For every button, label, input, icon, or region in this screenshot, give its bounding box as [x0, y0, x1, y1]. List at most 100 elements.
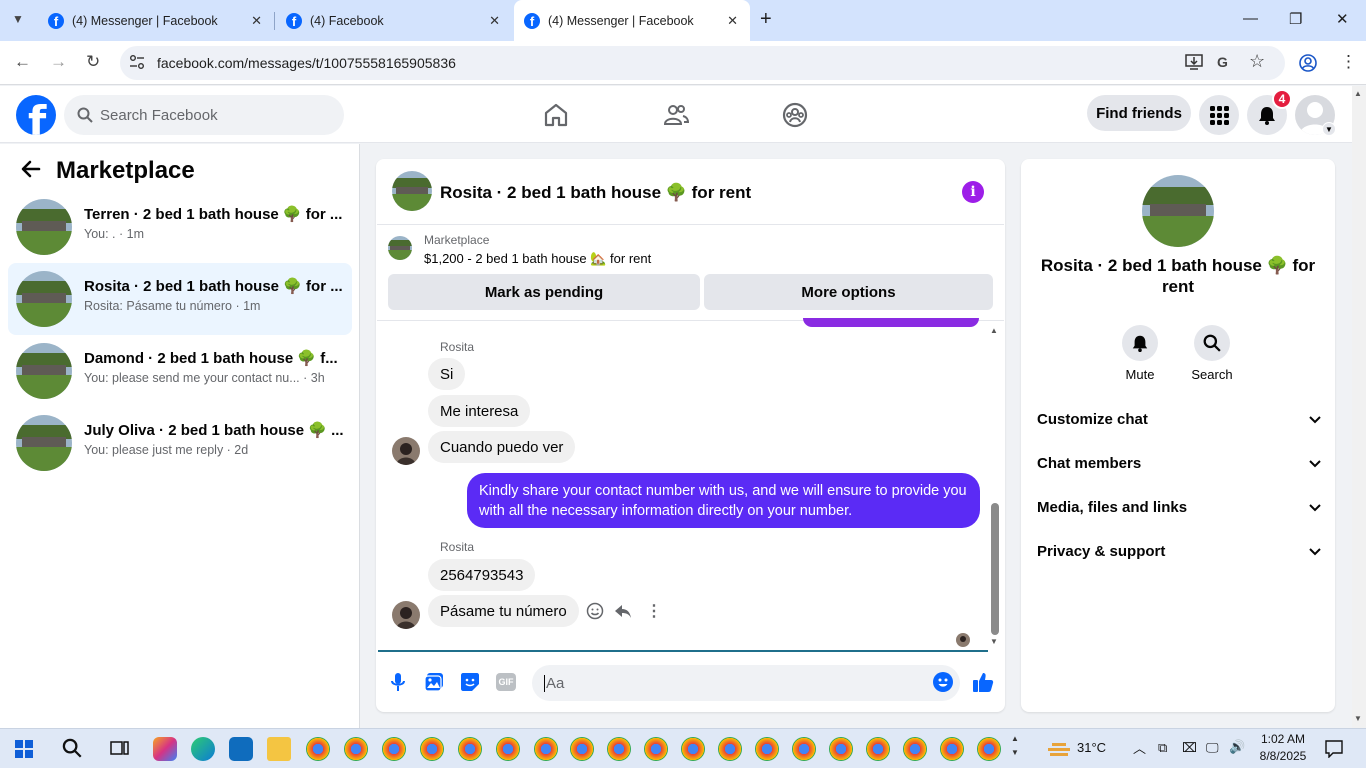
- translate-icon[interactable]: G: [1217, 54, 1228, 70]
- browser-tab-3-active[interactable]: f (4) Messenger | Facebook ✕: [514, 0, 750, 41]
- volume-icon[interactable]: 🔊: [1229, 739, 1245, 755]
- chat-title[interactable]: Rosita · 2 bed 1 bath house 🌳 for rent: [440, 183, 751, 203]
- chrome-profile-icon[interactable]: [344, 737, 368, 761]
- site-info-icon[interactable]: [129, 54, 145, 70]
- close-tab-icon[interactable]: ✕: [727, 13, 738, 29]
- scroll-down-icon[interactable]: ▼: [990, 637, 998, 646]
- my-message-bubble[interactable]: Kindly share your contact number with us…: [467, 473, 980, 528]
- chrome-profile-icon[interactable]: [829, 737, 853, 761]
- reply-icon[interactable]: [614, 602, 632, 620]
- privacy-support-section[interactable]: Privacy & support: [1037, 543, 1321, 560]
- more-options-button[interactable]: More options: [704, 274, 993, 310]
- back-icon[interactable]: ←: [14, 52, 31, 72]
- close-tab-icon[interactable]: ✕: [251, 13, 262, 29]
- minimize-icon[interactable]: —: [1243, 10, 1258, 27]
- chrome-profile-icon[interactable]: [718, 737, 742, 761]
- more-actions-icon[interactable]: ⋮: [646, 601, 662, 621]
- like-thumbs-up-icon[interactable]: [972, 671, 994, 693]
- chrome-profile-icon[interactable]: [866, 737, 890, 761]
- facebook-logo-icon[interactable]: f: [16, 95, 56, 135]
- gif-icon[interactable]: GIF: [496, 673, 516, 691]
- weather-temperature[interactable]: 31°C: [1077, 740, 1106, 755]
- page-scrollbar[interactable]: [1352, 86, 1366, 728]
- scroll-up-icon[interactable]: ▲: [990, 326, 998, 335]
- taskbar-overflow-icon[interactable]: ▲ ▼: [1011, 732, 1019, 760]
- conversation-item[interactable]: July Oliva · 2 bed 1 bath house 🌳 ... Yo…: [8, 407, 352, 479]
- file-explorer-icon[interactable]: [267, 737, 291, 761]
- chrome-profile-icon[interactable]: [792, 737, 816, 761]
- task-view-icon[interactable]: [110, 739, 130, 757]
- groups-icon[interactable]: [782, 102, 808, 128]
- bluetooth-icon[interactable]: ⌧: [1182, 740, 1197, 756]
- friends-icon[interactable]: [663, 102, 689, 128]
- edge-icon[interactable]: [191, 737, 215, 761]
- copilot-icon[interactable]: [153, 737, 177, 761]
- windows-start-icon[interactable]: [15, 740, 33, 758]
- page-scroll-down-icon[interactable]: ▼: [1354, 714, 1362, 723]
- taskbar-search-icon[interactable]: [62, 738, 82, 758]
- listing-thumbnail[interactable]: [388, 236, 412, 260]
- chrome-profile-icon[interactable]: [496, 737, 520, 761]
- profile-icon[interactable]: [1299, 54, 1317, 72]
- browser-menu-icon[interactable]: ⋮: [1340, 52, 1357, 72]
- find-friends-button[interactable]: Find friends: [1087, 95, 1191, 131]
- close-tab-icon[interactable]: ✕: [489, 13, 500, 29]
- home-icon[interactable]: [543, 102, 569, 128]
- restore-icon[interactable]: ❐: [1289, 10, 1302, 28]
- chrome-profile-icon[interactable]: [306, 737, 330, 761]
- forward-icon[interactable]: →: [50, 52, 67, 72]
- network-icon[interactable]: 🖵: [1206, 740, 1219, 756]
- details-thumbnail[interactable]: [1142, 175, 1214, 247]
- chrome-profile-icon[interactable]: [940, 737, 964, 761]
- outlook-icon[interactable]: [229, 737, 253, 761]
- notifications-center-icon[interactable]: [1325, 740, 1343, 758]
- chrome-profile-icon[interactable]: [755, 737, 779, 761]
- page-scroll-up-icon[interactable]: ▲: [1354, 89, 1362, 98]
- chrome-profile-icon[interactable]: [382, 737, 406, 761]
- clock-time[interactable]: 1:02 AM: [1258, 732, 1308, 746]
- account-chevron-icon[interactable]: ▼: [1322, 122, 1336, 136]
- info-icon[interactable]: i: [962, 181, 984, 203]
- rosita-avatar[interactable]: [392, 437, 420, 465]
- chrome-profile-icon[interactable]: [458, 737, 482, 761]
- install-app-icon[interactable]: [1185, 54, 1203, 70]
- chrome-profile-icon[interactable]: [534, 737, 558, 761]
- media-files-links-section[interactable]: Media, files and links: [1037, 499, 1321, 516]
- chrome-profile-icon[interactable]: [644, 737, 668, 761]
- clock-date[interactable]: 8/8/2025: [1258, 749, 1308, 763]
- customize-chat-section[interactable]: Customize chat: [1037, 411, 1321, 428]
- message-bubble[interactable]: Pásame tu número: [428, 595, 579, 627]
- reload-icon[interactable]: ↻: [86, 52, 100, 72]
- message-bubble[interactable]: Me interesa: [428, 395, 531, 427]
- conversation-item[interactable]: Damond · 2 bed 1 bath house 🌳 f... You: …: [8, 335, 352, 407]
- back-arrow-icon[interactable]: [20, 158, 42, 180]
- chrome-profile-icon[interactable]: [570, 737, 594, 761]
- show-hidden-icons-icon[interactable]: ︿: [1133, 738, 1146, 757]
- chat-header-thumbnail[interactable]: [392, 171, 432, 211]
- message-bubble[interactable]: Cuando puedo ver: [428, 431, 576, 463]
- rosita-avatar[interactable]: [392, 601, 420, 629]
- chrome-profile-icon[interactable]: [420, 737, 444, 761]
- message-bubble[interactable]: Si: [428, 358, 466, 390]
- new-tab-button[interactable]: +: [760, 8, 772, 31]
- close-window-icon[interactable]: ✕: [1336, 10, 1349, 28]
- chrome-profile-icon[interactable]: [903, 737, 927, 761]
- search-conversation-button[interactable]: Search: [1182, 325, 1242, 382]
- conversation-item[interactable]: Terren · 2 bed 1 bath house 🌳 for ... Yo…: [8, 191, 352, 263]
- bookmark-star-icon[interactable]: ☆: [1249, 51, 1265, 72]
- mute-button[interactable]: Mute: [1110, 325, 1170, 382]
- photo-icon[interactable]: [424, 672, 444, 692]
- chrome-profile-icon[interactable]: [977, 737, 1001, 761]
- browser-tab-2[interactable]: f (4) Facebook ✕: [274, 0, 512, 41]
- url-text[interactable]: facebook.com/messages/t/1007555816590583…: [157, 55, 456, 71]
- message-input[interactable]: Aa: [532, 665, 960, 701]
- emoji-icon[interactable]: [933, 672, 953, 692]
- microphone-icon[interactable]: [390, 672, 406, 692]
- react-emoji-icon[interactable]: [586, 602, 604, 620]
- chat-scrollbar-thumb[interactable]: [991, 503, 999, 635]
- message-bubble[interactable]: 2564793543: [428, 559, 536, 591]
- chrome-profile-icon[interactable]: [607, 737, 631, 761]
- browser-tab-1[interactable]: f (4) Messenger | Facebook ✕: [36, 0, 274, 41]
- chat-members-section[interactable]: Chat members: [1037, 455, 1321, 472]
- search-facebook-input[interactable]: Search Facebook: [64, 95, 344, 135]
